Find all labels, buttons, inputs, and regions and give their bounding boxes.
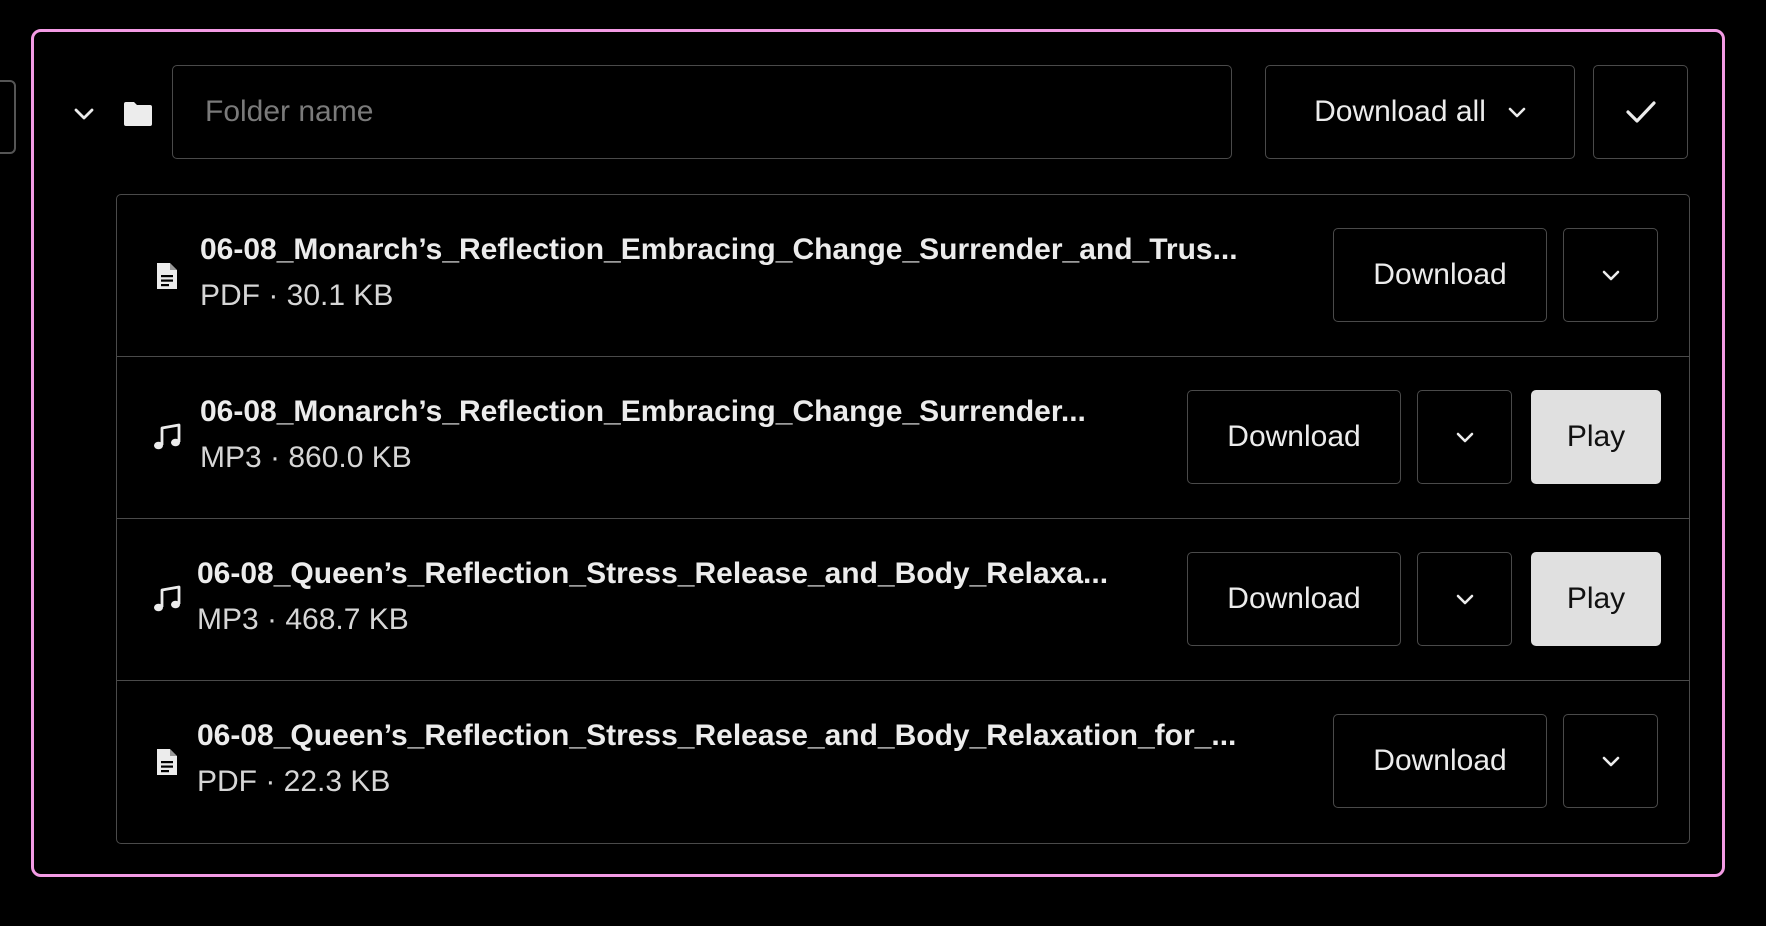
file-name: 06-08_Queen’s_Reflection_Stress_Release_… [197,719,1237,752]
chevron-down-icon [1508,107,1526,117]
file-row: 06-08_Monarch’s_Reflection_Embracing_Cha… [117,195,1689,357]
more-options-button[interactable] [1563,714,1658,808]
play-button[interactable]: Play [1531,390,1661,484]
document-icon [151,259,183,293]
folder-name-input[interactable] [172,65,1232,159]
download-label: Download [1227,582,1361,615]
chevron-down-icon [1456,594,1473,604]
download-all-label: Download all [1314,95,1486,128]
play-label: Play [1566,582,1626,615]
folder-header: Download all [34,32,1722,172]
music-note-icon [151,421,183,455]
file-row: 06-08_Queen’s_Reflection_Stress_Release_… [117,681,1689,843]
download-button[interactable]: Download [1333,714,1547,808]
file-name: 06-08_Queen’s_Reflection_Stress_Release_… [197,557,1109,590]
download-label: Download [1373,258,1507,291]
chevron-down-icon [1602,270,1619,280]
play-label: Play [1566,420,1626,453]
download-button[interactable]: Download [1333,228,1547,322]
adjacent-panel-edge [0,80,16,154]
file-meta: PDF · 30.1 KB [200,279,394,312]
file-row: 06-08_Queen’s_Reflection_Stress_Release_… [117,519,1689,681]
file-meta: MP3 · 468.7 KB [197,603,409,636]
download-all-button[interactable]: Download all [1265,65,1575,159]
more-options-button[interactable] [1417,552,1512,646]
page: Download all 06-08_Monarch’s_Reflection_… [0,0,1766,926]
chevron-down-icon [1602,756,1619,766]
folder-panel: Download all 06-08_Monarch’s_Reflection_… [31,29,1725,877]
more-options-button[interactable] [1417,390,1512,484]
confirm-button[interactable] [1593,65,1688,159]
play-button[interactable]: Play [1531,552,1661,646]
chevron-down-icon[interactable] [70,100,98,128]
file-name: 06-08_Monarch’s_Reflection_Embracing_Cha… [200,233,1238,266]
download-button[interactable]: Download [1187,390,1401,484]
document-icon [151,745,183,779]
file-list: 06-08_Monarch’s_Reflection_Embracing_Cha… [116,194,1690,844]
more-options-button[interactable] [1563,228,1658,322]
download-label: Download [1373,744,1507,777]
file-row: 06-08_Monarch’s_Reflection_Embracing_Cha… [117,357,1689,519]
download-button[interactable]: Download [1187,552,1401,646]
file-name: 06-08_Monarch’s_Reflection_Embracing_Cha… [200,395,1086,428]
chevron-down-icon [1456,432,1473,442]
file-meta: PDF · 22.3 KB [197,765,391,798]
music-note-icon [151,583,183,617]
file-meta: MP3 · 860.0 KB [200,441,412,474]
checkmark-icon [1625,101,1656,123]
folder-icon [120,98,156,130]
download-label: Download [1227,420,1361,453]
